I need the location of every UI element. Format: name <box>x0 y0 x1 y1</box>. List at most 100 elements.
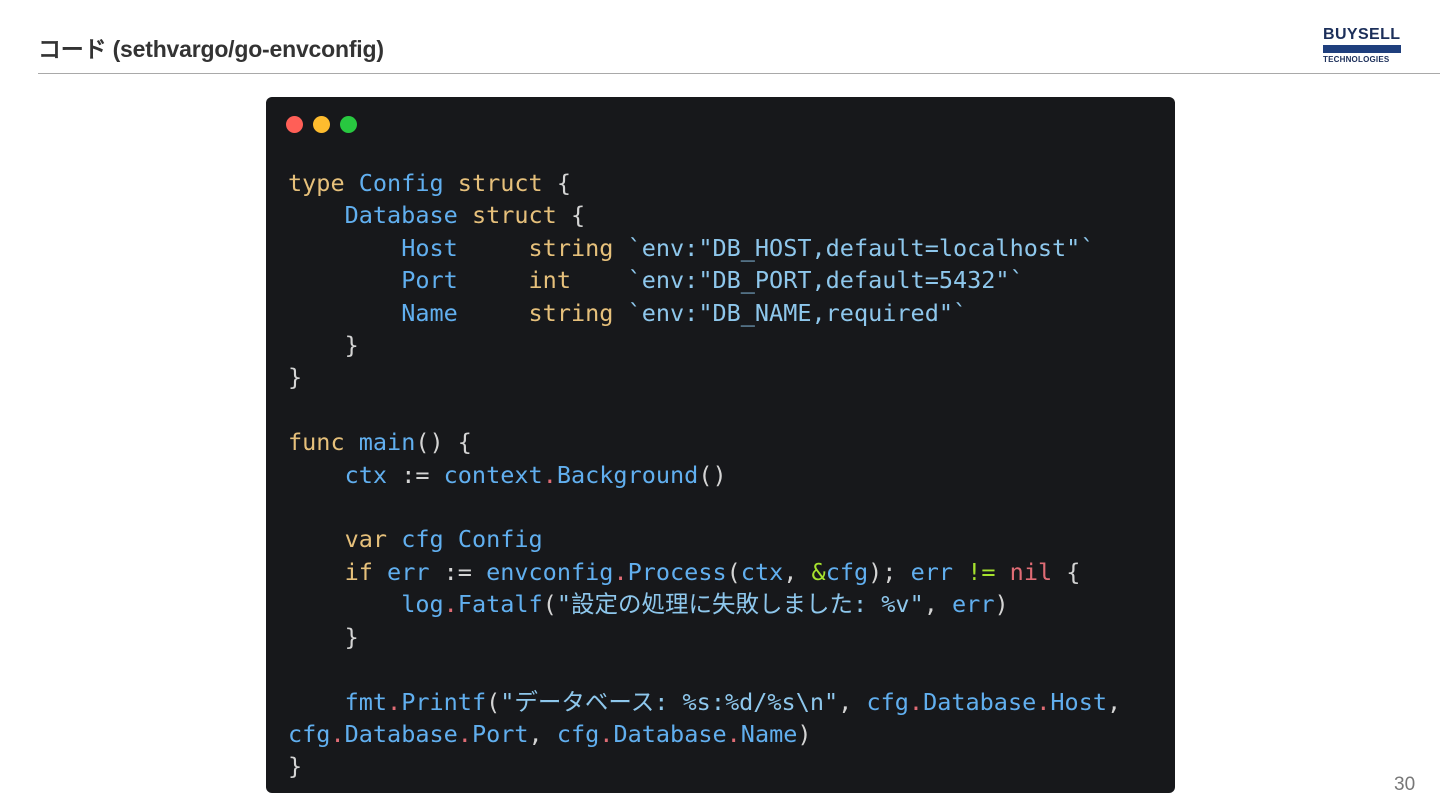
code-token: Database <box>344 719 458 748</box>
code-token: { <box>1052 557 1081 586</box>
code-token: . <box>457 719 472 748</box>
code-token: . <box>443 590 458 619</box>
code-token: ctx <box>740 557 784 586</box>
code-token: envconfig <box>486 557 614 586</box>
slide-title: コード (sethvargo/go-envconfig) <box>38 36 384 62</box>
code-token: , <box>923 590 953 619</box>
code-token: `env:"DB_NAME,required"` <box>627 298 968 327</box>
code-token: Config <box>358 169 444 197</box>
code-token: Background <box>556 460 699 489</box>
code-line: fmt.Printf("データベース: %s:%d/%s\n", cfg.Dat… <box>288 687 1122 716</box>
code-line: Port int `env:"DB_PORT,default=5432"` <box>288 266 1024 294</box>
code-token: type <box>288 169 345 197</box>
code-window: type Config struct { Database struct { H… <box>266 97 1175 793</box>
code-token: string <box>528 233 614 262</box>
code-token: . <box>387 687 402 716</box>
code-token: Port <box>401 266 458 295</box>
code-token: Name <box>740 719 798 748</box>
code-token: ( <box>726 557 741 586</box>
code-line: } <box>288 623 359 651</box>
code-token: Database <box>613 719 727 748</box>
code-token: } <box>288 622 359 651</box>
code-token: ); <box>868 557 911 586</box>
code-token: cfg <box>825 557 869 586</box>
code-token: Database <box>923 687 1037 716</box>
code-token: Host <box>401 233 458 262</box>
code-line: func main() { <box>288 428 472 456</box>
code-line: ctx := context.Background() <box>288 461 727 489</box>
code-token: { <box>556 201 586 230</box>
code-line: if err := envconfig.Process(ctx, &cfg); … <box>288 557 1081 586</box>
code-token: err <box>952 590 995 619</box>
company-logo: BUYSELL TECHNOLOGIES <box>1323 27 1403 65</box>
code-token: cfg <box>556 719 600 748</box>
code-line: type Config struct { <box>288 169 571 197</box>
code-token: func <box>288 428 345 457</box>
code-token: nil <box>1009 557 1053 586</box>
code-token: & <box>811 557 826 586</box>
code-token: var <box>344 525 388 554</box>
title-divider <box>38 73 1440 74</box>
code-token: if <box>344 557 373 586</box>
code-token: Config <box>457 525 543 554</box>
maximize-dot-icon <box>340 116 357 133</box>
code-token: := <box>387 460 444 489</box>
code-token: , <box>783 557 812 586</box>
page-number: 30 <box>1394 774 1416 795</box>
code-token: ) <box>797 719 812 748</box>
code-token: } <box>288 752 303 781</box>
code-token: log <box>401 590 444 619</box>
code-token: , <box>528 719 557 748</box>
code-token: { <box>542 169 571 197</box>
code-line: log.Fatalf("設定の処理に失敗しました: %v", err) <box>288 590 1008 619</box>
code-token: ( <box>486 687 501 716</box>
code-token: , <box>838 687 867 716</box>
code-token: err <box>387 557 430 586</box>
code-token: != <box>967 557 996 586</box>
code-token: Port <box>471 719 529 748</box>
code-token: main <box>358 428 416 457</box>
code-token: := <box>429 557 487 586</box>
code-token: Fatalf <box>457 590 543 619</box>
code-token: . <box>908 687 924 716</box>
code-token: . <box>542 460 557 489</box>
code-token: err <box>910 557 954 586</box>
code-token: () <box>698 460 727 489</box>
code-token: cfg <box>866 687 909 716</box>
code-line: var cfg Config <box>288 525 543 553</box>
code-token: . <box>613 557 628 586</box>
code-token: struct <box>457 169 543 197</box>
code-token: "データベース: %s:%d/%s\n" <box>500 687 839 716</box>
code-token: fmt <box>344 687 388 716</box>
code-token: . <box>599 719 614 748</box>
code-line: } <box>288 752 302 780</box>
code-token: , <box>1107 687 1122 716</box>
logo-wordmark: BUYSELL <box>1323 26 1401 43</box>
minimize-dot-icon <box>313 116 330 133</box>
logo-bar <box>1323 45 1401 53</box>
code-token: Host <box>1050 687 1107 716</box>
code-line: Name string `env:"DB_NAME,required"` <box>288 299 967 327</box>
code-line: Host string `env:"DB_HOST,default=localh… <box>288 234 1094 262</box>
